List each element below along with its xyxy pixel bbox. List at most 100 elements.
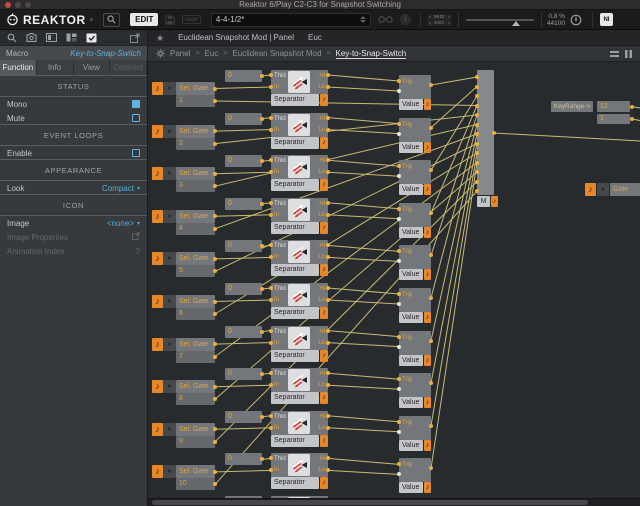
enable-checkbox[interactable]	[132, 149, 140, 157]
port-dot[interactable]	[269, 128, 273, 132]
breadcrumb-euc[interactable]: Euc	[205, 49, 219, 58]
keyrange-module[interactable]: KeyRange->	[551, 101, 593, 112]
host-sync-button[interactable]: HOST	[182, 15, 201, 24]
properties-icon-active[interactable]	[86, 33, 97, 43]
event-source-icon[interactable]: ♪	[152, 338, 163, 351]
snapshots-icon[interactable]	[26, 33, 37, 42]
gate-number-box[interactable]: 4	[176, 223, 215, 235]
value-module[interactable]: Trig	[399, 373, 431, 397]
gate-module[interactable]: Gate	[610, 183, 640, 196]
port-dot[interactable]	[326, 128, 330, 132]
port-dot[interactable]	[630, 117, 634, 121]
port-dot[interactable]	[326, 286, 330, 290]
tempo-position-field[interactable]: 4-4-1/2*	[211, 13, 371, 27]
port-dot[interactable]	[260, 117, 264, 121]
value-label-bar[interactable]: Value	[399, 184, 423, 195]
port-dot[interactable]	[475, 161, 479, 165]
sel-gate-module[interactable]: Sel. Gate	[176, 295, 215, 308]
port-dot[interactable]	[269, 329, 273, 333]
port-dot[interactable]	[429, 296, 433, 300]
port-dot[interactable]	[326, 298, 330, 302]
value-module[interactable]: Trig	[399, 458, 431, 482]
merge-event-button[interactable]: ♪	[491, 196, 498, 207]
const-zero-module[interactable]: 0	[225, 453, 262, 465]
separator-label-bar[interactable]: Separator	[271, 137, 319, 149]
value-event-button[interactable]: ♪	[424, 227, 431, 238]
volume-thumb[interactable]	[512, 21, 520, 26]
separator-module[interactable]: ThldInHiLo	[271, 240, 328, 264]
const-zero-module[interactable]: 0	[225, 70, 262, 82]
sel-gate-module[interactable]: Sel. Gate	[176, 423, 215, 436]
value-module[interactable]: Trig	[399, 203, 431, 227]
separator-module[interactable]: ThldInHiLo	[271, 411, 328, 435]
module-gear-icon[interactable]: ●	[163, 423, 176, 436]
value-label-bar[interactable]: Value	[399, 269, 423, 280]
gate-number-box[interactable]: 1	[176, 95, 215, 107]
event-source-icon[interactable]: ♪	[152, 82, 163, 95]
module-gear-icon[interactable]: ●	[163, 295, 176, 308]
port-dot[interactable]	[397, 207, 401, 211]
port-dot[interactable]	[260, 415, 264, 419]
gate-number-box[interactable]: 9	[176, 436, 215, 448]
logo-dropdown-icon[interactable]: ▾	[90, 16, 94, 24]
port-dot[interactable]	[475, 113, 479, 117]
separator-module[interactable]: ThldInHiLo	[271, 326, 328, 350]
event-source-icon[interactable]: ♪	[152, 167, 163, 180]
port-dot[interactable]	[397, 79, 401, 83]
separator-label-bar[interactable]: Separator	[271, 307, 319, 319]
value-event-button[interactable]: ♪	[424, 99, 431, 110]
mono-checkbox[interactable]	[132, 100, 140, 108]
sel-gate-module[interactable]: Sel. Gate	[176, 252, 215, 265]
structure-canvas[interactable]: ♪●Sel. Gate10ThldInHiLo Separator♪TrigVa…	[148, 62, 640, 506]
port-dot[interactable]	[260, 287, 264, 291]
value-module[interactable]: Trig	[399, 160, 431, 184]
info-icon[interactable]: i	[400, 14, 411, 25]
port-dot[interactable]	[397, 89, 401, 93]
reaktor-logo[interactable]: REAKTOR ▾	[6, 13, 93, 27]
sel-gate-module[interactable]: Sel. Gate	[176, 210, 215, 223]
const-zero-module[interactable]: 0	[225, 113, 262, 125]
port-dot[interactable]	[429, 211, 433, 215]
port-dot[interactable]	[269, 116, 273, 120]
separator-event-button[interactable]: ♪	[320, 222, 328, 234]
port-dot[interactable]	[260, 74, 264, 78]
value-module[interactable]: Trig	[399, 416, 431, 440]
port-dot[interactable]	[213, 312, 217, 316]
port-dot[interactable]	[213, 142, 217, 146]
const-zero-module[interactable]: 0	[225, 368, 262, 380]
port-dot[interactable]	[269, 298, 273, 302]
separator-event-button[interactable]: ♪	[320, 179, 328, 191]
port-dot[interactable]	[429, 339, 433, 343]
port-dot[interactable]	[397, 420, 401, 424]
sel-gate-module[interactable]: Sel. Gate	[176, 465, 215, 478]
port-dot[interactable]	[326, 341, 330, 345]
separator-event-button[interactable]: ♪	[320, 435, 328, 447]
value-event-button[interactable]: ♪	[424, 482, 431, 493]
port-dot[interactable]	[326, 213, 330, 217]
port-dot[interactable]	[475, 75, 479, 79]
value-event-button[interactable]: ♪	[424, 184, 431, 195]
gate-number-box[interactable]: 2	[176, 138, 215, 150]
tab-function[interactable]: Function	[0, 60, 37, 75]
tab-view[interactable]: View	[74, 60, 111, 75]
connections-icon[interactable]	[378, 15, 393, 24]
port-dot[interactable]	[213, 355, 217, 359]
bookmark-star-icon[interactable]: ★	[156, 30, 164, 46]
value-module[interactable]: Trig	[399, 245, 431, 269]
separator-label-bar[interactable]: Separator	[271, 435, 319, 447]
module-gear-icon[interactable]: ●	[163, 338, 176, 351]
port-dot[interactable]	[397, 302, 401, 306]
port-dot[interactable]	[397, 132, 401, 136]
value-label-bar[interactable]: Value	[399, 440, 423, 451]
browser-icon[interactable]	[7, 33, 17, 43]
port-dot[interactable]	[326, 85, 330, 89]
separator-module[interactable]: ThldInHiLo	[271, 198, 328, 222]
event-source-icon[interactable]: ♪	[152, 380, 163, 393]
port-dot[interactable]	[269, 286, 273, 290]
separator-label-bar[interactable]: Separator	[271, 392, 319, 404]
port-dot[interactable]	[269, 213, 273, 217]
const-zero-module[interactable]: 0	[225, 198, 262, 210]
tempo-stepper[interactable]	[360, 16, 366, 23]
gate-event-icon[interactable]: ♪	[585, 183, 596, 196]
const-zero-module[interactable]: 0	[225, 155, 262, 167]
